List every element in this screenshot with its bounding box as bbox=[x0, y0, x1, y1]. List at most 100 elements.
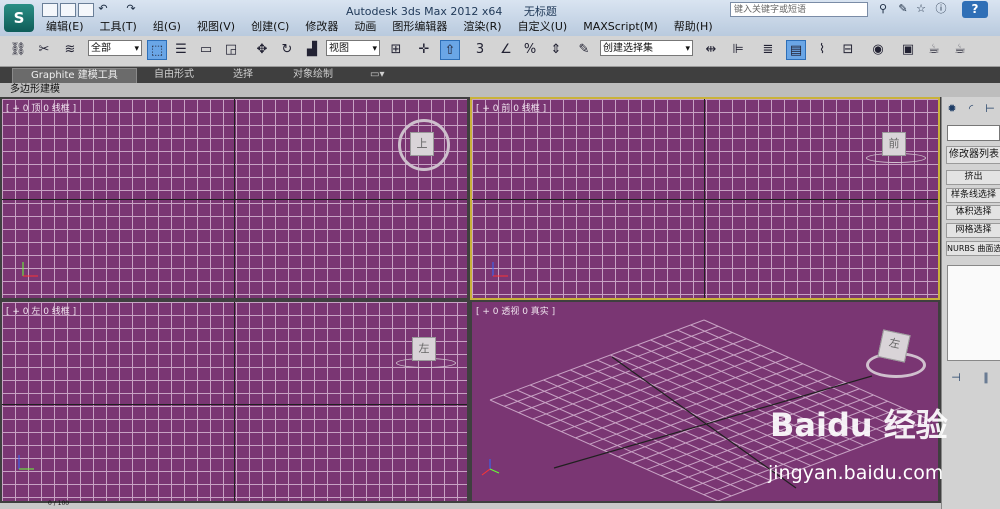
percent-snap-icon[interactable]: % bbox=[520, 40, 540, 60]
menu-edit[interactable]: 编辑(E) bbox=[38, 19, 92, 35]
tab-selection[interactable]: 选择 bbox=[233, 68, 253, 82]
pin-stack-icon[interactable]: ⊣ bbox=[948, 370, 964, 386]
viewport-label[interactable]: [ + 0 左 0 线框 ] bbox=[6, 304, 76, 317]
modify-tab-icon[interactable]: ◜ bbox=[963, 101, 979, 117]
save-file-icon[interactable] bbox=[78, 3, 94, 17]
render-setup-icon[interactable]: ▣ bbox=[898, 40, 918, 60]
menu-help[interactable]: 帮助(H) bbox=[666, 19, 721, 35]
named-selection-dropdown[interactable]: 创建选择集 bbox=[600, 40, 693, 57]
axis-tripod-icon bbox=[22, 262, 38, 277]
redo-icon[interactable]: ↷ bbox=[124, 3, 138, 15]
viewcube[interactable]: 左 bbox=[412, 337, 436, 361]
layer-manager-icon[interactable]: ≣ bbox=[758, 40, 778, 60]
menu-rendering[interactable]: 渲染(R) bbox=[455, 19, 509, 35]
tab-object-paint[interactable]: 对象绘制 bbox=[293, 68, 333, 82]
help-button[interactable]: ? bbox=[962, 1, 988, 18]
undo-icon[interactable]: ↶ bbox=[96, 3, 110, 15]
tab-freeform[interactable]: 自由形式 bbox=[154, 68, 194, 82]
select-link-icon[interactable]: ⛓ bbox=[8, 40, 28, 60]
menu-animation[interactable]: 动画 bbox=[346, 19, 384, 35]
menu-modifiers[interactable]: 修改器 bbox=[297, 19, 346, 35]
menu-maxscript[interactable]: MAXScript(M) bbox=[575, 19, 666, 35]
baidu-watermark: Baidu 经验 bbox=[770, 406, 948, 444]
selection-filter-dropdown[interactable]: 全部 bbox=[88, 40, 142, 57]
document-title: 无标题 bbox=[523, 5, 557, 18]
viewport-label[interactable]: [ + 0 透视 0 真实 ] bbox=[476, 304, 555, 317]
menu-customize[interactable]: 自定义(U) bbox=[510, 19, 576, 35]
keyboard-shortcut-override-icon[interactable]: ⇧ bbox=[440, 40, 460, 60]
rotate-icon[interactable]: ↻ bbox=[277, 40, 297, 60]
modifier-list-dropdown[interactable]: 修改器列表 bbox=[946, 146, 1000, 164]
app-title: Autodesk 3ds Max 2012 x64 bbox=[346, 5, 503, 18]
angle-snap-icon[interactable]: ∠ bbox=[496, 40, 516, 60]
schematic-view-icon[interactable]: ⊟ bbox=[838, 40, 858, 60]
object-name-field[interactable] bbox=[947, 125, 1000, 141]
menu-create[interactable]: 创建(C) bbox=[243, 19, 297, 35]
menu-group[interactable]: 组(G) bbox=[145, 19, 189, 35]
axis-tripod-icon bbox=[18, 455, 34, 470]
command-panel: ✹ ◜ ⊢ 修改器列表 挤出 样条线选择 体积选择 网格选择 NURBS 曲面选… bbox=[941, 97, 1000, 509]
grid-axis-vertical bbox=[234, 99, 235, 298]
info-icon[interactable]: ⓘ bbox=[934, 3, 948, 15]
extrude-button[interactable]: 挤出 bbox=[946, 170, 1000, 185]
rectangular-selection-icon[interactable]: ▭ bbox=[196, 40, 216, 60]
spline-select-button[interactable]: 样条线选择 bbox=[946, 188, 1000, 203]
move-icon[interactable]: ✥ bbox=[252, 40, 272, 60]
create-tab-icon[interactable]: ✹ bbox=[944, 101, 960, 117]
polygon-modeling-panel[interactable]: 多边形建模 bbox=[10, 83, 60, 97]
select-object-icon[interactable]: ⬚ bbox=[147, 40, 167, 60]
viewport-label[interactable]: [ + 0 前 0 线框 ] bbox=[476, 101, 546, 114]
binoculars-icon[interactable]: ⚲ bbox=[876, 3, 890, 15]
menu-graph-editors[interactable]: 图形编辑器 bbox=[384, 19, 455, 35]
align-icon[interactable]: ⊫ bbox=[728, 40, 748, 60]
grid-axis-vertical bbox=[234, 302, 235, 501]
wrench-icon[interactable]: ✎ bbox=[896, 3, 910, 15]
viewport-top[interactable]: [ + 0 顶 0 线框 ] 上 bbox=[2, 99, 467, 298]
new-file-icon[interactable] bbox=[42, 3, 58, 17]
spinner-snap-icon[interactable]: ⇕ bbox=[546, 40, 566, 60]
nurbs-surface-select-button[interactable]: NURBS 曲面选择 bbox=[946, 241, 1000, 256]
axis-tripod-icon bbox=[492, 262, 508, 277]
window-crossing-icon[interactable]: ◲ bbox=[221, 40, 241, 60]
ribbon-options-icon[interactable]: ▭▾ bbox=[370, 68, 384, 82]
mirror-icon[interactable]: ⇹ bbox=[701, 40, 721, 60]
search-input[interactable]: 键入关键字或短语 bbox=[730, 2, 868, 17]
bind-space-warp-icon[interactable]: ≋ bbox=[60, 40, 80, 60]
material-editor-icon[interactable]: ◉ bbox=[868, 40, 888, 60]
baidu-watermark-url: jingyan.baidu.com bbox=[768, 462, 944, 484]
render-production-icon[interactable]: ☕ bbox=[950, 40, 970, 60]
main-toolbar: ⛓ ✂ ≋ 全部 ⬚ ☰ ▭ ◲ ✥ ↻ ▟ 视图 ⊞ ✛ ⇧ 3 ∠ % ⇕ … bbox=[0, 36, 1000, 67]
show-end-result-icon[interactable]: ∥ bbox=[978, 370, 994, 386]
menu-views[interactable]: 视图(V) bbox=[189, 19, 243, 35]
axis-tripod-icon bbox=[481, 459, 500, 476]
rendered-frame-icon[interactable]: ☕ bbox=[924, 40, 944, 60]
menu-bar: 编辑(E) 工具(T) 组(G) 视图(V) 创建(C) 修改器 动画 图形编辑… bbox=[38, 19, 721, 35]
time-slider[interactable]: 0 / 100 bbox=[0, 500, 941, 509]
scale-icon[interactable]: ▟ bbox=[302, 40, 322, 60]
menu-tools[interactable]: 工具(T) bbox=[92, 19, 145, 35]
viewcube[interactable]: 上 bbox=[410, 132, 434, 156]
modifier-stack-list[interactable] bbox=[947, 265, 1000, 361]
curve-editor-icon[interactable]: ⌇ bbox=[812, 40, 832, 60]
edit-named-selection-icon[interactable]: ✎ bbox=[574, 40, 594, 60]
star-icon[interactable]: ☆ bbox=[914, 3, 928, 15]
unlink-icon[interactable]: ✂ bbox=[34, 40, 54, 60]
pivot-center-icon[interactable]: ⊞ bbox=[386, 40, 406, 60]
hierarchy-tab-icon[interactable]: ⊢ bbox=[982, 101, 998, 117]
mesh-select-button[interactable]: 网格选择 bbox=[946, 223, 1000, 238]
app-logo-button[interactable]: S bbox=[4, 4, 34, 32]
snap-toggle-icon[interactable]: 3 bbox=[470, 40, 490, 60]
viewport-label[interactable]: [ + 0 顶 0 线框 ] bbox=[6, 101, 76, 114]
window-title: Autodesk 3ds Max 2012 x64 无标题 bbox=[346, 3, 575, 19]
viewport-front[interactable]: [ + 0 前 0 线框 ] 前 bbox=[472, 99, 938, 298]
viewcube[interactable]: 前 bbox=[882, 132, 906, 156]
reference-coordinate-dropdown[interactable]: 视图 bbox=[326, 40, 380, 57]
viewport-left[interactable]: [ + 0 左 0 线框 ] 左 bbox=[2, 302, 467, 501]
graphite-toggle-icon[interactable]: ▤ bbox=[786, 40, 806, 60]
volume-select-button[interactable]: 体积选择 bbox=[946, 205, 1000, 220]
open-file-icon[interactable] bbox=[60, 3, 76, 17]
tab-graphite-modeling[interactable]: Graphite 建模工具 bbox=[12, 68, 137, 84]
viewcube[interactable]: 左 bbox=[877, 329, 911, 363]
select-by-name-icon[interactable]: ☰ bbox=[171, 40, 191, 60]
select-manipulate-icon[interactable]: ✛ bbox=[414, 40, 434, 60]
